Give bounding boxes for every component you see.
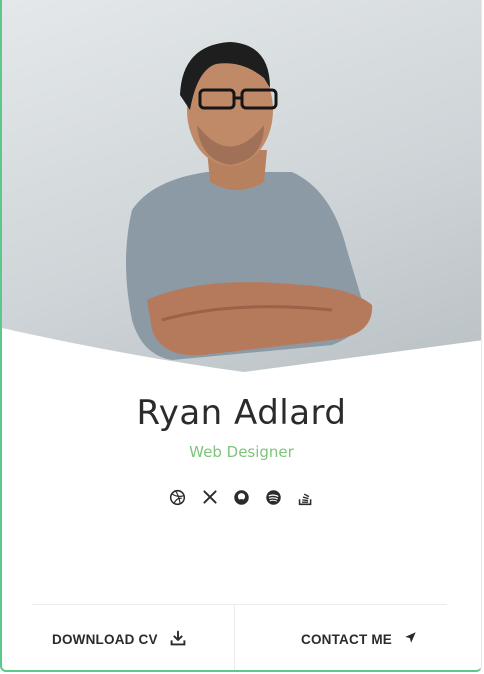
- contact-me-button[interactable]: CONTACT ME: [234, 605, 447, 670]
- social-links: [2, 488, 481, 506]
- x-icon[interactable]: [201, 488, 219, 506]
- download-cv-label: DOWNLOAD CV: [52, 631, 158, 647]
- download-icon: [170, 630, 186, 649]
- stackoverflow-icon[interactable]: [297, 488, 315, 506]
- contact-me-label: CONTACT ME: [301, 631, 392, 647]
- github-icon[interactable]: [233, 488, 251, 506]
- profile-name: Ryan Adlard: [136, 393, 347, 433]
- download-cv-button[interactable]: DOWNLOAD CV: [32, 605, 234, 670]
- card-actions: DOWNLOAD CV CONTACT ME: [32, 604, 447, 670]
- dribbble-icon[interactable]: [169, 488, 187, 506]
- photo-wave-divider: [2, 328, 481, 390]
- profile-card: Ryan Adlard Web Designer DOWNLOAD CV CON…: [0, 0, 482, 672]
- send-icon: [404, 631, 417, 647]
- spotify-icon[interactable]: [265, 488, 283, 506]
- profile-role: Web Designer: [189, 443, 294, 461]
